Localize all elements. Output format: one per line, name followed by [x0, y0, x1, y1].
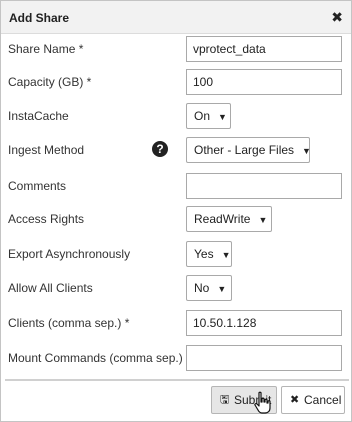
allow-all-clients-label: Allow All Clients [8, 281, 93, 295]
floppy-disk-icon: 🖫 [220, 394, 230, 406]
times-icon: ✖ [290, 394, 300, 406]
add-share-dialog: Add Share ✖ Share Name * vprotect_data C… [0, 0, 352, 422]
comments-label: Comments [8, 179, 67, 193]
access-rights-label: Access Rights [8, 212, 85, 226]
hand-pointer-cursor-icon [254, 391, 271, 414]
instacache-value: On [194, 109, 211, 123]
ingest-method-row: Ingest Method ? Other - Large Files ▼ [1, 137, 351, 163]
cancel-button[interactable]: ✖ Cancel [281, 386, 345, 414]
comments-row: Comments [1, 173, 351, 199]
access-rights-row: Access Rights ReadWrite ▼ [1, 206, 351, 232]
dialog-header: Add Share ✖ [1, 1, 351, 34]
chevron-down-icon: ▼ [221, 250, 231, 260]
chevron-down-icon: ▼ [218, 112, 227, 122]
export-async-row: Export Asynchronously Yes ▼ [1, 241, 351, 267]
cancel-label: Cancel [304, 393, 342, 407]
footer-divider [5, 379, 349, 381]
capacity-label: Capacity (GB) * [8, 75, 92, 89]
ingest-method-value: Other - Large Files [194, 143, 295, 157]
question-circle-icon[interactable]: ? [152, 141, 168, 157]
export-async-select[interactable]: Yes ▼ [186, 241, 232, 267]
share-name-label: Share Name * [8, 42, 84, 56]
share-name-row: Share Name * vprotect_data [1, 36, 351, 62]
chevron-down-icon: ▼ [217, 284, 227, 294]
allow-all-clients-value: No [194, 281, 210, 295]
export-async-label: Export Asynchronously [8, 247, 131, 261]
mount-commands-input[interactable] [186, 345, 342, 371]
capacity-input[interactable]: 100 [186, 69, 342, 95]
allow-all-clients-row: Allow All Clients No ▼ [1, 275, 351, 301]
share-name-input[interactable]: vprotect_data [186, 36, 342, 62]
clients-input[interactable]: 10.50.1.128 [186, 310, 342, 336]
ingest-method-select[interactable]: Other - Large Files ▼ [186, 137, 311, 163]
instacache-label: InstaCache [8, 109, 69, 123]
chevron-down-icon: ▼ [258, 215, 268, 225]
access-rights-select[interactable]: ReadWrite ▼ [186, 206, 272, 232]
clients-row: Clients (comma sep.) * 10.50.1.128 [1, 310, 351, 336]
clients-label: Clients (comma sep.) * [8, 316, 130, 330]
instacache-row: InstaCache On ▼ [1, 103, 351, 129]
close-icon[interactable]: ✖ [331, 10, 343, 24]
chevron-down-icon: ▼ [302, 146, 311, 156]
mount-commands-row: Mount Commands (comma sep.) [1, 345, 351, 371]
dialog-title: Add Share [9, 11, 70, 25]
capacity-row: Capacity (GB) * 100 [1, 69, 351, 95]
access-rights-value: ReadWrite [194, 212, 251, 226]
allow-all-clients-select[interactable]: No ▼ [186, 275, 232, 301]
instacache-select[interactable]: On ▼ [186, 103, 231, 129]
export-async-value: Yes [194, 247, 214, 261]
ingest-method-label: Ingest Method [8, 143, 85, 157]
comments-input[interactable] [186, 173, 342, 199]
mount-commands-label: Mount Commands (comma sep.) [8, 351, 183, 365]
